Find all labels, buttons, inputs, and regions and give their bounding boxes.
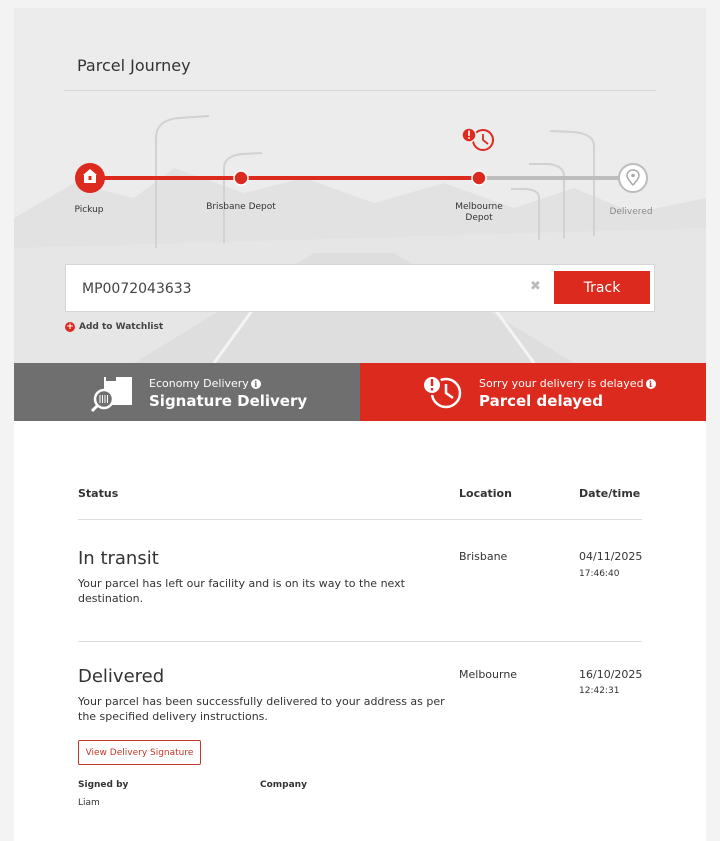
event-title: Delivered: [78, 666, 165, 687]
event-title: In transit: [78, 548, 159, 569]
brisbane-depot-dot: [233, 170, 249, 186]
track-button[interactable]: Track: [554, 271, 650, 304]
event-description: Your parcel has been successfully delive…: [78, 695, 445, 723]
parcel-journey-hero: Parcel Journey Pickup Brisbane Depot Mel…: [14, 8, 706, 363]
signed-by-value: Liam: [78, 798, 100, 808]
status-sub-label: Sorry your delivery is delayed i: [479, 377, 656, 390]
service-sub-label: Economy Delivery i: [149, 377, 261, 390]
delay-clock-icon: [422, 375, 462, 409]
status-main-label: Parcel delayed: [479, 392, 603, 410]
pickup-stage-icon: [75, 163, 105, 193]
event-description: Your parcel has left our facility and is…: [78, 577, 405, 605]
stage-label-brisbane-depot: Brisbane Depot: [206, 202, 276, 212]
clear-icon[interactable]: ✖: [530, 279, 541, 294]
stage-label-pickup: Pickup: [74, 205, 104, 215]
signed-by-label: Signed by: [78, 780, 129, 790]
info-icon[interactable]: i: [250, 379, 261, 389]
column-header-status: Status: [78, 487, 119, 500]
tracking-card: Parcel Journey Pickup Brisbane Depot Mel…: [14, 8, 706, 841]
melbourne-depot-dot: [471, 170, 487, 186]
stage-label-delivered: Delivered: [609, 207, 653, 217]
event-time: 17:46:40: [579, 569, 620, 579]
event-location: Brisbane: [459, 550, 508, 563]
event-date: 16/10/2025: [579, 668, 643, 681]
column-header-datetime: Date/time: [579, 487, 641, 500]
row-divider: [78, 641, 642, 642]
tracking-number-input[interactable]: [82, 279, 502, 299]
service-main-label: Signature Delivery: [149, 392, 308, 410]
delay-clock-icon: [461, 127, 494, 151]
column-header-location: Location: [459, 487, 512, 500]
plus-circle-icon: +: [65, 322, 75, 332]
header-divider: [78, 519, 642, 520]
stage-label-melbourne-depot: Melbourne Depot: [455, 202, 503, 223]
parcel-barcode-scan-icon: [90, 375, 132, 413]
event-time: 12:42:31: [579, 686, 620, 696]
delivered-location-pin-icon: [618, 163, 648, 193]
info-icon[interactable]: i: [645, 379, 656, 389]
add-to-watchlist-link[interactable]: + Add to Watchlist: [65, 322, 163, 332]
tracking-search-box: ✖ Track: [65, 264, 655, 312]
view-delivery-signature-button[interactable]: View Delivery Signature: [78, 740, 201, 765]
event-date: 04/11/2025: [579, 550, 643, 563]
company-label: Company: [260, 780, 307, 790]
service-type-banner: Economy Delivery i Signature Delivery: [14, 363, 360, 421]
event-location: Melbourne: [459, 668, 518, 681]
watchlist-label: Add to Watchlist: [79, 322, 164, 332]
delivery-status-banner: Sorry your delivery is delayed i Parcel d…: [360, 363, 706, 421]
